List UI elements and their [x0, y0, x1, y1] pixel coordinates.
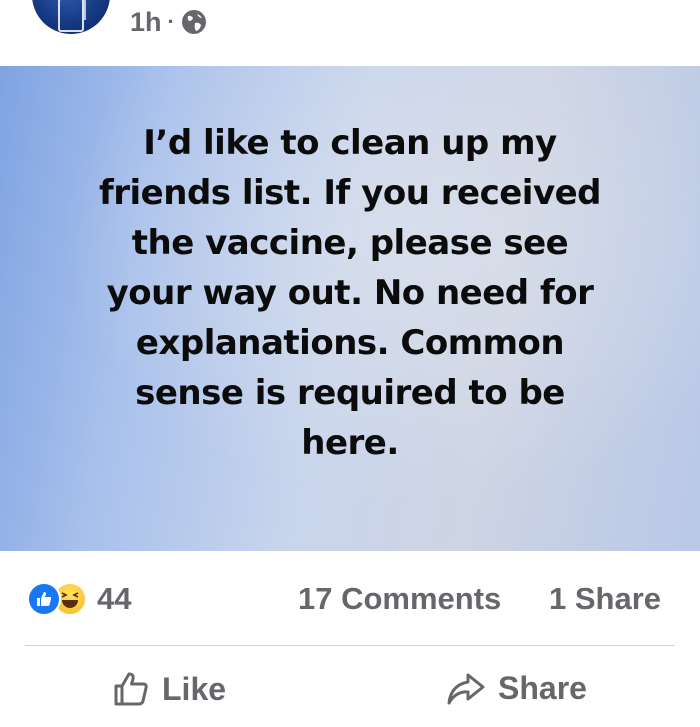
globe-icon[interactable]: [181, 9, 207, 35]
avatar-logo-mark: [84, 0, 102, 20]
thumbs-up-icon: [112, 670, 150, 708]
share-arrow-icon: [446, 671, 486, 707]
post-meta: 1h ·: [130, 2, 207, 42]
post-header: 1h ·: [0, 0, 700, 66]
post-timestamp[interactable]: 1h: [130, 7, 162, 38]
post-stats: 44 17 Comments 1 Share: [0, 551, 700, 646]
reaction-count: 44: [97, 581, 132, 616]
facebook-post: 1h · I’d like to clean up my friends lis…: [0, 0, 700, 727]
post-text-line: the vaccine, please see: [131, 222, 569, 263]
post-text-line: friends list. If you received: [98, 172, 602, 213]
share-label: Share: [498, 670, 587, 706]
post-text-line: here.: [301, 422, 399, 463]
post-text: I’d like to clean up my friends list. If…: [50, 118, 650, 468]
post-text-line: your way out. No need for: [106, 272, 594, 313]
like-reaction-icon: [27, 582, 61, 616]
like-button[interactable]: Like: [112, 670, 226, 708]
meta-separator: ·: [167, 9, 175, 34]
post-image[interactable]: I’d like to clean up my friends list. If…: [0, 66, 700, 551]
post-actions: Like Share: [0, 646, 700, 727]
avatar[interactable]: [32, 0, 110, 34]
reactions-summary[interactable]: 44: [27, 581, 131, 617]
post-text-line: explanations. Common: [135, 322, 565, 363]
post-text-line: I’d like to clean up my: [143, 122, 557, 163]
post-text-line: sense is required to be: [135, 372, 565, 413]
shares-count-link[interactable]: 1 Share: [549, 581, 661, 617]
avatar-logo-mark: [58, 0, 84, 32]
like-label: Like: [162, 670, 227, 707]
share-button[interactable]: Share: [446, 670, 587, 707]
comments-count-link[interactable]: 17 Comments: [298, 581, 501, 617]
